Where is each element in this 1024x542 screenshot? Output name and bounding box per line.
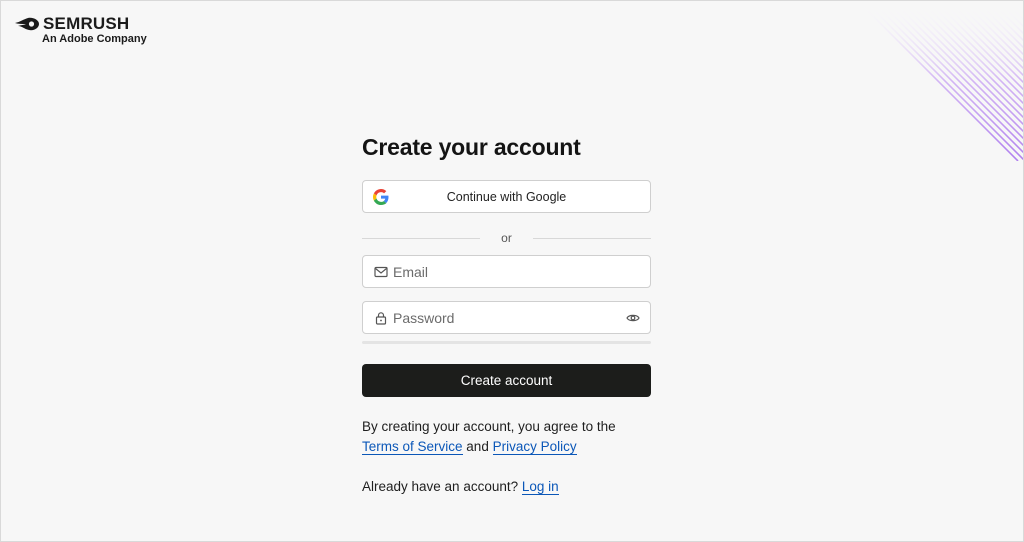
log-in-link[interactable]: Log in [521,479,559,495]
create-account-label: Create account [460,373,553,388]
password-strength-meter [362,341,651,344]
semrush-fireball-icon [15,17,39,31]
stripe-line [941,1,1023,84]
terms-text: By creating your account, you agree to t… [362,417,651,457]
brand-logo[interactable]: SEMRUSH An Adobe Company [14,14,147,45]
divider-line-left [362,237,480,239]
email-field[interactable] [362,255,651,288]
email-input[interactable] [393,263,613,280]
lock-icon [375,312,387,325]
login-prompt-row: Already have an account? Log in [362,477,651,497]
brand-name: SEMRUSH [43,14,130,33]
mail-icon [374,266,388,278]
decorative-stripes [858,1,1023,161]
or-divider: or [362,230,651,246]
logo-row: SEMRUSH [14,14,147,34]
create-account-button[interactable]: Create account [362,364,651,397]
divider-line-right [532,237,651,239]
signup-form: Create your account Continue with Google… [362,131,651,497]
terms-of-service-link[interactable]: Terms of Service [362,439,463,455]
stripe-line [983,1,1023,42]
terms-prefix: By creating your account, you agree to t… [362,419,616,434]
google-icon [373,189,389,205]
stripe-line [899,1,1023,126]
brand-tagline: An Adobe Company [42,33,147,45]
page-title: Create your account [362,134,581,160]
google-button-label: Continue with Google [446,189,567,204]
terms-and: and [466,439,489,454]
continue-with-google-button[interactable]: Continue with Google [362,180,651,213]
password-input[interactable] [393,309,613,326]
stripe-line [885,1,1023,140]
eye-icon[interactable] [626,312,640,324]
privacy-policy-link[interactable]: Privacy Policy [492,439,577,455]
divider-text: or [501,231,512,245]
login-prompt: Already have an account? [362,479,519,494]
password-field[interactable] [362,301,651,334]
